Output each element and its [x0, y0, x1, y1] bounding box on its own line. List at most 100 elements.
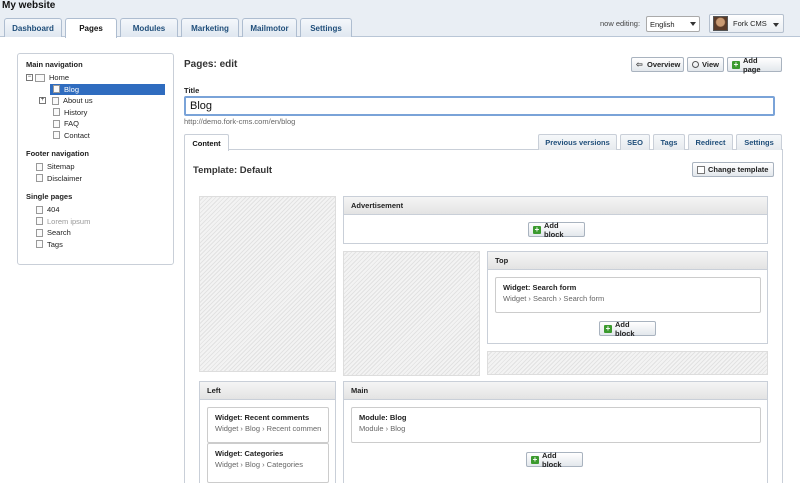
footer-navigation-heading: Footer navigation: [26, 149, 89, 158]
site-title[interactable]: My website: [2, 0, 55, 11]
collapse-icon[interactable]: −: [26, 74, 33, 82]
tree-item-label: About us: [63, 96, 93, 106]
tree-item-label: 404: [47, 205, 60, 215]
single-pages-heading: Single pages: [26, 192, 73, 201]
user-name: Fork CMS: [733, 19, 767, 28]
empty-position: [487, 351, 768, 375]
tree-item-404[interactable]: 404: [36, 204, 165, 216]
tree-item-history[interactable]: History: [53, 107, 165, 119]
block-advertisement: Advertisement + Add block: [343, 196, 768, 244]
tree-item-label: Search: [47, 228, 71, 238]
expand-icon[interactable]: +: [39, 97, 46, 105]
change-template-label: Change template: [708, 165, 769, 174]
tree-item-search[interactable]: Search: [36, 227, 165, 239]
tree-item-contact[interactable]: Contact: [53, 130, 165, 142]
empty-position: [199, 196, 336, 372]
widget-title: Module: Blog: [359, 413, 407, 422]
add-block-label: Add block: [542, 450, 562, 469]
add-block-label: Add block: [615, 319, 635, 338]
add-block-button[interactable]: + Add block: [528, 220, 585, 239]
page-icon: [52, 96, 59, 105]
plus-icon: +: [531, 454, 539, 464]
tree-item-label: FAQ: [64, 119, 80, 129]
page-url[interactable]: http://demo.fork-cms.com/en/blog: [184, 117, 295, 126]
tree-item-home[interactable]: − Home: [26, 72, 165, 84]
user-menu[interactable]: Fork CMS: [709, 14, 784, 33]
plus-icon: +: [604, 323, 612, 333]
tab-pages[interactable]: Pages: [65, 18, 117, 38]
template-title: Template: Default: [193, 165, 273, 176]
tree-item-label: Tags: [47, 239, 63, 249]
tree-item-disclaimer[interactable]: Disclaimer: [36, 173, 165, 185]
page-icon: [36, 174, 43, 183]
block-widget[interactable]: Widget: Categories Widget › Blog › Categ…: [207, 443, 329, 483]
tab-previous-versions[interactable]: Previous versions: [538, 134, 617, 150]
tab-settings[interactable]: Settings: [300, 18, 352, 37]
tree-item-label: Sitemap: [47, 162, 75, 172]
page-icon: [36, 228, 43, 237]
tab-dashboard[interactable]: Dashboard: [4, 18, 62, 37]
title-label: Title: [184, 86, 200, 95]
page-title: Pages: edit: [184, 59, 238, 70]
avatar: [713, 16, 728, 31]
tree-item-about-us[interactable]: + About us: [39, 95, 165, 107]
empty-position: [343, 251, 480, 376]
language-select[interactable]: English: [646, 16, 700, 32]
tree-item-label: Blog: [64, 84, 80, 94]
tree-item-lorem-ipsum[interactable]: Lorem ipsum: [36, 216, 165, 228]
tab-content[interactable]: Content: [184, 134, 229, 151]
overview-button[interactable]: ⇦ Overview: [631, 57, 684, 72]
tab-mailmotor[interactable]: Mailmotor: [242, 18, 297, 37]
add-page-button-label: Add page: [743, 55, 761, 74]
block-widget[interactable]: Widget: Search form Widget › Search › Se…: [495, 277, 761, 313]
tab-marketing[interactable]: Marketing: [181, 18, 239, 37]
tab-modules[interactable]: Modules: [120, 18, 178, 37]
main-navigation-heading: Main navigation: [26, 60, 83, 69]
chevron-down-icon: [773, 23, 779, 27]
chevron-down-icon: [690, 22, 696, 26]
tree-item-blog[interactable]: Blog: [50, 83, 165, 95]
view-button[interactable]: View: [687, 57, 724, 72]
add-block-button[interactable]: + Add block: [526, 450, 583, 469]
main-tabs: Dashboard Pages Modules Marketing Mailmo…: [4, 18, 352, 38]
edit-icon: [697, 165, 705, 174]
block-widget[interactable]: Module: Blog Module › Blog: [351, 407, 761, 443]
tree-item-label: Contact: [64, 130, 90, 140]
tree-item-label: Disclaimer: [47, 173, 83, 183]
add-block-label: Add block: [544, 220, 564, 239]
arrow-left-icon: ⇦: [636, 59, 643, 69]
tab-seo[interactable]: SEO: [620, 134, 650, 150]
block-main: Main Module: Blog Module › Blog + Add bl…: [343, 381, 768, 483]
widget-title: Widget: Recent comments: [215, 413, 310, 422]
hidden-page-icon: [36, 217, 43, 226]
main-navigation-group: Main navigation − Home Blog + About us H…: [26, 60, 165, 141]
widget-path: Widget › Blog › Categories: [215, 460, 303, 469]
plus-icon: +: [732, 59, 740, 69]
add-block-button[interactable]: + Add block: [599, 319, 656, 338]
block-title: Left: [200, 382, 335, 400]
tab-redirect[interactable]: Redirect: [688, 134, 733, 150]
tree-item-sitemap[interactable]: Sitemap: [36, 161, 165, 173]
tree-item-label: Home: [49, 73, 70, 83]
tree-item-faq[interactable]: FAQ: [53, 118, 165, 130]
tab-tags[interactable]: Tags: [653, 134, 685, 150]
block-title: Advertisement: [344, 197, 767, 215]
tree-item-tags[interactable]: Tags: [36, 239, 165, 251]
single-pages-group: Single pages 404 Lorem ipsum Search Tags: [26, 192, 165, 250]
now-editing-label: now editing:: [600, 19, 641, 28]
page-tree-panel: Main navigation − Home Blog + About us H…: [17, 53, 174, 265]
page-icon: [36, 240, 43, 249]
tab-settings-page[interactable]: Settings: [736, 134, 782, 150]
block-widget[interactable]: Widget: Recent comments Widget › Blog › …: [207, 407, 329, 443]
tree-item-label: Lorem ipsum: [47, 216, 91, 226]
view-button-label: View: [702, 60, 719, 69]
plus-icon: +: [533, 224, 541, 234]
title-input[interactable]: Blog: [184, 96, 775, 116]
add-page-button[interactable]: + Add page: [727, 55, 782, 74]
change-template-button[interactable]: Change template: [692, 162, 774, 177]
page-icon: [53, 108, 60, 117]
home-page-icon: [35, 73, 45, 82]
overview-button-label: Overview: [647, 60, 681, 69]
widget-path: Widget › Search › Search form: [503, 294, 605, 303]
widget-title: Widget: Categories: [215, 449, 284, 458]
